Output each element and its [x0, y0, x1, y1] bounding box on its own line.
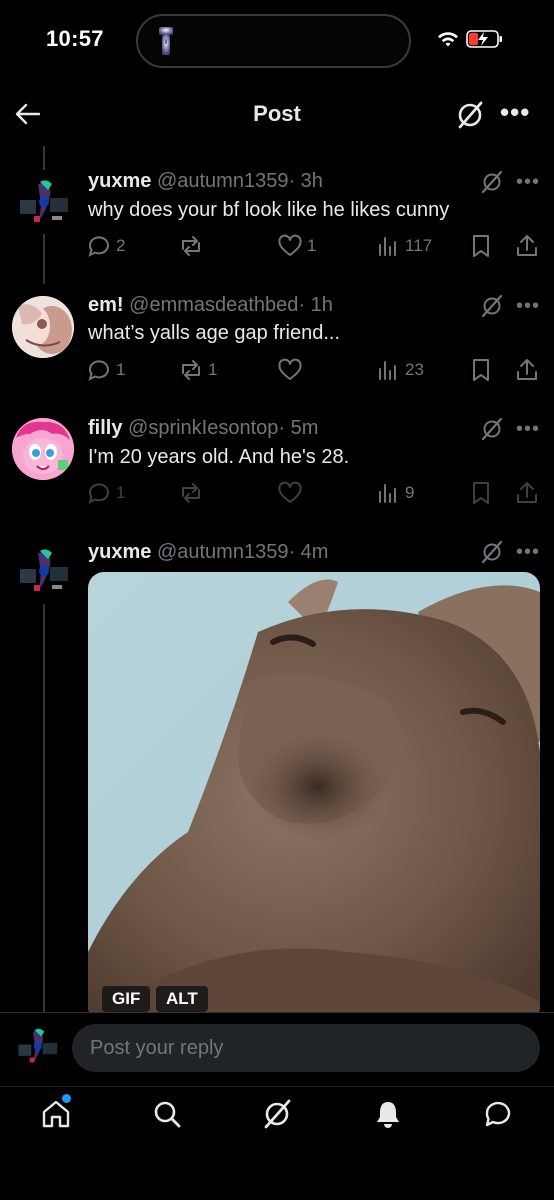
share-icon [517, 235, 537, 256]
heart-icon [278, 234, 302, 256]
tweet-actions: 1 9 [86, 480, 544, 510]
share-button[interactable] [514, 357, 540, 383]
repost-button[interactable] [178, 480, 208, 506]
display-name[interactable]: em! [88, 294, 124, 316]
tweet-text: what’s yalls age gap friend... [88, 322, 341, 344]
display-name[interactable]: yuxme [88, 541, 151, 563]
bookmark-icon [473, 482, 489, 504]
like-button[interactable] [277, 480, 307, 506]
tweet-text: I'm 20 years old. And he's 28. [88, 446, 350, 468]
view-count: 117 [405, 236, 433, 255]
view-count: 9 [405, 483, 415, 502]
reply-button[interactable]: 2 [86, 233, 125, 259]
bookmark-button[interactable] [468, 480, 494, 506]
dynamic-island [136, 14, 411, 68]
more-options-icon[interactable]: ••• [500, 99, 530, 128]
like-count: 1 [307, 236, 317, 255]
wifi-icon [438, 32, 458, 47]
tweet-actions: 1 1 23 [86, 357, 544, 387]
thread-line [43, 232, 45, 284]
reply-input[interactable] [72, 1024, 540, 1072]
repost-count: 1 [208, 360, 218, 379]
views-icon [379, 237, 396, 256]
reply-button[interactable]: 1 [86, 480, 125, 506]
reply-icon [88, 360, 109, 381]
repost-icon [182, 483, 200, 503]
bookmark-button[interactable] [468, 233, 494, 259]
share-button[interactable] [514, 480, 540, 506]
messages-icon[interactable] [482, 1098, 514, 1130]
more-options-icon[interactable]: ••• [516, 172, 540, 192]
gif-badge: GIF [102, 986, 151, 1012]
username[interactable]: @autumn1359 [157, 541, 289, 563]
thread-line [43, 146, 45, 170]
more-options-icon[interactable]: ••• [516, 419, 540, 439]
views-button[interactable]: 117 [375, 233, 432, 259]
grok-icon[interactable] [261, 1098, 293, 1130]
timestamp: · 4m [288, 541, 329, 563]
repost-button[interactable]: 1 [178, 357, 217, 383]
bookmark-icon [473, 359, 489, 381]
battery-charging-icon [466, 30, 502, 48]
display-name[interactable]: filly [88, 417, 122, 439]
avatar[interactable] [12, 418, 74, 480]
views-button[interactable]: 9 [375, 480, 414, 506]
timestamp: · 5m [278, 417, 319, 439]
timestamp: · 1h [298, 294, 333, 316]
view-count: 23 [405, 360, 424, 379]
heart-icon [278, 481, 302, 503]
reply-count: 1 [116, 483, 126, 502]
repost-icon [182, 236, 200, 256]
my-avatar[interactable] [12, 1016, 62, 1078]
repost-button[interactable] [178, 233, 208, 259]
search-icon[interactable] [151, 1098, 183, 1130]
kangaroo-gif-image [88, 572, 540, 1022]
views-button[interactable]: 23 [375, 357, 424, 383]
share-button[interactable] [514, 233, 540, 259]
thread-line [43, 604, 45, 1014]
more-options-icon[interactable]: ••• [516, 542, 540, 562]
grok-icon[interactable] [480, 417, 504, 441]
reply-button[interactable]: 1 [86, 357, 125, 383]
display-name[interactable]: yuxme [88, 170, 151, 192]
bell-icon[interactable] [372, 1098, 404, 1130]
views-icon [379, 361, 396, 380]
more-options-icon[interactable]: ••• [516, 296, 540, 316]
repost-icon [182, 360, 200, 380]
avatar[interactable] [12, 296, 74, 358]
username[interactable]: @autumn1359 [157, 170, 289, 192]
views-icon [379, 484, 396, 503]
share-icon [517, 359, 537, 380]
reply-count: 1 [116, 360, 126, 379]
grok-icon[interactable] [480, 540, 504, 564]
reply-icon [88, 483, 109, 504]
flashlight-icon [159, 27, 173, 55]
avatar[interactable] [12, 172, 74, 234]
tweet-actions: 2 1 117 [86, 233, 544, 263]
reply-icon [88, 236, 109, 257]
tweet-text: why does your bf look like he likes cunn… [88, 199, 450, 221]
username[interactable]: @sprinkIesontop [128, 417, 278, 439]
alt-text-button[interactable]: ALT [156, 986, 208, 1012]
bookmark-icon [473, 235, 489, 257]
timestamp: · 3h [288, 170, 323, 192]
status-time: 10:57 [46, 26, 104, 51]
username[interactable]: @emmasdeathbed [129, 294, 298, 316]
like-button[interactable]: 1 [277, 233, 316, 259]
bookmark-button[interactable] [468, 357, 494, 383]
share-icon [517, 482, 537, 503]
grok-icon[interactable] [480, 294, 504, 318]
avatar[interactable] [12, 541, 74, 603]
grok-icon[interactable] [480, 170, 504, 194]
like-button[interactable] [277, 357, 307, 383]
notification-dot [62, 1094, 71, 1103]
grok-icon[interactable] [455, 100, 485, 130]
reply-count: 2 [116, 236, 126, 255]
heart-icon [278, 358, 302, 380]
gif-media[interactable] [88, 572, 540, 1022]
